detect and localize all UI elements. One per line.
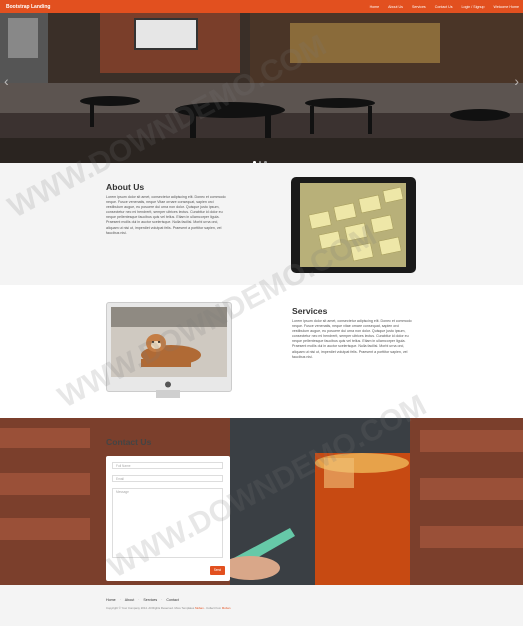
- apple-logo-icon: [165, 381, 171, 388]
- nav-item-login[interactable]: Login / Signup: [462, 5, 485, 9]
- footer: Home · About · Services · Contact Copyri…: [0, 585, 523, 626]
- copyright-link[interactable]: Moban: [222, 606, 231, 610]
- footer-nav: Home · About · Services · Contact: [106, 598, 179, 602]
- contact-section: Contact Us Full Name Email Message Send: [0, 418, 523, 585]
- services-title: Services: [292, 306, 328, 316]
- tablet-screen: [300, 183, 406, 267]
- imac-frame: [106, 302, 232, 392]
- imac-stand: [156, 390, 180, 398]
- about-body: Lorem ipsum dolor sit amet, consectetur …: [106, 195, 226, 235]
- copyright-mid: - Collect from: [203, 606, 222, 610]
- about-title: About Us: [106, 182, 145, 192]
- services-text: Services Lorem ipsum dolor sit amet, con…: [292, 306, 414, 360]
- carousel-prev-icon[interactable]: ‹: [4, 73, 9, 89]
- nav-item-contact[interactable]: Contact Us: [435, 5, 453, 9]
- send-button[interactable]: Send: [210, 566, 225, 575]
- hero-image: [0, 13, 523, 163]
- about-text: About Us Lorem ipsum dolor sit amet, con…: [106, 182, 228, 236]
- services-section: Services Lorem ipsum dolor sit amet, con…: [0, 285, 523, 418]
- copyright-link[interactable]: Moban: [195, 606, 204, 610]
- contact-background-image: [0, 418, 523, 585]
- navbar: Bootstrap Landing Home About Us Services…: [0, 0, 523, 13]
- message-field[interactable]: Message: [112, 488, 223, 558]
- nav-menu: Home About Us Services Contact Us Login …: [361, 5, 519, 9]
- footer-link-contact[interactable]: Contact: [166, 598, 178, 602]
- carousel-next-icon[interactable]: ›: [514, 73, 519, 89]
- copyright: Copyright © Your Company 2014. All Right…: [106, 606, 230, 610]
- nav-item-services[interactable]: Services: [412, 5, 426, 9]
- email-field[interactable]: Email: [112, 475, 223, 482]
- nav-item-welcome[interactable]: Welcome Home: [494, 5, 520, 9]
- footer-link-services[interactable]: Services: [143, 598, 157, 602]
- nav-item-about[interactable]: About Us: [388, 5, 403, 9]
- footer-link-about[interactable]: About: [125, 598, 134, 602]
- contact-form: Full Name Email Message Send: [106, 456, 230, 581]
- hero-carousel: ‹ ›: [0, 13, 523, 163]
- imac-image: [106, 302, 232, 398]
- nav-item-home[interactable]: Home: [370, 5, 380, 9]
- tablet-image: [291, 177, 416, 273]
- imac-screen: [111, 307, 227, 377]
- about-section: About Us Lorem ipsum dolor sit amet, con…: [0, 163, 523, 285]
- copyright-text: Copyright © Your Company 2014. All Right…: [106, 606, 195, 610]
- brand-logo[interactable]: Bootstrap Landing: [6, 4, 50, 10]
- services-body: Lorem ipsum dolor sit amet, consectetur …: [292, 319, 412, 359]
- name-field[interactable]: Full Name: [112, 462, 223, 469]
- footer-link-home[interactable]: Home: [106, 598, 116, 602]
- contact-title: Contact Us: [106, 437, 152, 447]
